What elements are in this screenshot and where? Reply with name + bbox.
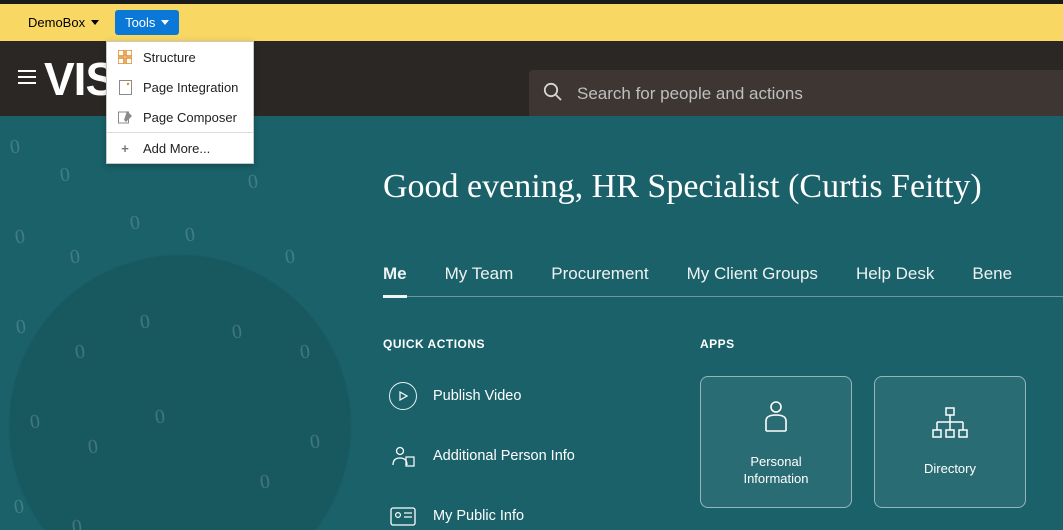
dropdown-label: Add More... bbox=[143, 141, 210, 156]
page-icon bbox=[117, 79, 133, 95]
tab-bene[interactable]: Bene bbox=[972, 264, 1012, 286]
app-directory[interactable]: Directory bbox=[874, 376, 1026, 508]
search-icon bbox=[543, 82, 563, 107]
qa-label: Additional Person Info bbox=[433, 448, 575, 464]
search-bar[interactable] bbox=[529, 70, 1063, 118]
qa-label: Publish Video bbox=[433, 388, 521, 404]
dropdown-item-page-composer[interactable]: Page Composer bbox=[107, 102, 253, 132]
dropdown-label: Structure bbox=[143, 50, 196, 65]
qa-publish-video[interactable]: Publish Video bbox=[389, 382, 575, 410]
qa-my-public-info[interactable]: My Public Info bbox=[389, 502, 575, 530]
tab-help-desk[interactable]: Help Desk bbox=[856, 264, 934, 286]
tools-label: Tools bbox=[125, 15, 155, 30]
tab-me[interactable]: Me bbox=[383, 264, 407, 298]
tab-my-team[interactable]: My Team bbox=[445, 264, 514, 286]
id-card-icon bbox=[389, 502, 417, 530]
dropdown-label: Page Composer bbox=[143, 110, 237, 125]
greeting-text: Good evening, HR Specialist (Curtis Feit… bbox=[383, 168, 982, 206]
qa-label: My Public Info bbox=[433, 508, 524, 524]
caret-down-icon bbox=[161, 20, 169, 25]
qa-additional-person-info[interactable]: Additional Person Info bbox=[389, 442, 575, 470]
apps-heading: APPS bbox=[700, 337, 735, 351]
demobox-label: DemoBox bbox=[28, 15, 85, 30]
app-label: Directory bbox=[924, 461, 976, 478]
dropdown-item-page-integration[interactable]: Page Integration bbox=[107, 72, 253, 102]
quick-actions-list: Publish Video Additional Person Info My … bbox=[389, 382, 575, 530]
logo[interactable]: VIS bbox=[44, 52, 115, 106]
composer-icon bbox=[117, 109, 133, 125]
tab-my-client-groups[interactable]: My Client Groups bbox=[687, 264, 818, 286]
admin-toolbar: DemoBox Tools bbox=[0, 4, 1063, 41]
org-chart-icon bbox=[930, 406, 970, 447]
person-info-icon bbox=[389, 442, 417, 470]
play-icon bbox=[389, 382, 417, 410]
dropdown-item-structure[interactable]: Structure bbox=[107, 42, 253, 72]
nav-tabs: Me My Team Procurement My Client Groups … bbox=[383, 264, 1063, 297]
dropdown-item-add-more[interactable]: + Add More... bbox=[107, 133, 253, 163]
grid-icon bbox=[117, 49, 133, 65]
caret-down-icon bbox=[91, 20, 99, 25]
demobox-menu[interactable]: DemoBox bbox=[18, 10, 109, 35]
hamburger-icon[interactable] bbox=[18, 68, 36, 89]
person-icon bbox=[757, 397, 795, 440]
dropdown-label: Page Integration bbox=[143, 80, 238, 95]
tools-menu[interactable]: Tools bbox=[115, 10, 179, 35]
tab-procurement[interactable]: Procurement bbox=[551, 264, 648, 286]
apps-grid: Personal Information Directory bbox=[700, 376, 1026, 508]
app-label: Personal Information bbox=[743, 454, 808, 488]
plus-icon: + bbox=[117, 140, 133, 156]
quick-actions-heading: QUICK ACTIONS bbox=[383, 337, 485, 351]
main-content: 0 0 0 0 0 0 0 0 0 0 0 0 0 0 0 0 0 0 0 0 … bbox=[0, 116, 1063, 530]
tools-dropdown: Structure Page Integration Page Composer… bbox=[106, 41, 254, 164]
search-input[interactable] bbox=[577, 84, 1063, 104]
app-personal-information[interactable]: Personal Information bbox=[700, 376, 852, 508]
